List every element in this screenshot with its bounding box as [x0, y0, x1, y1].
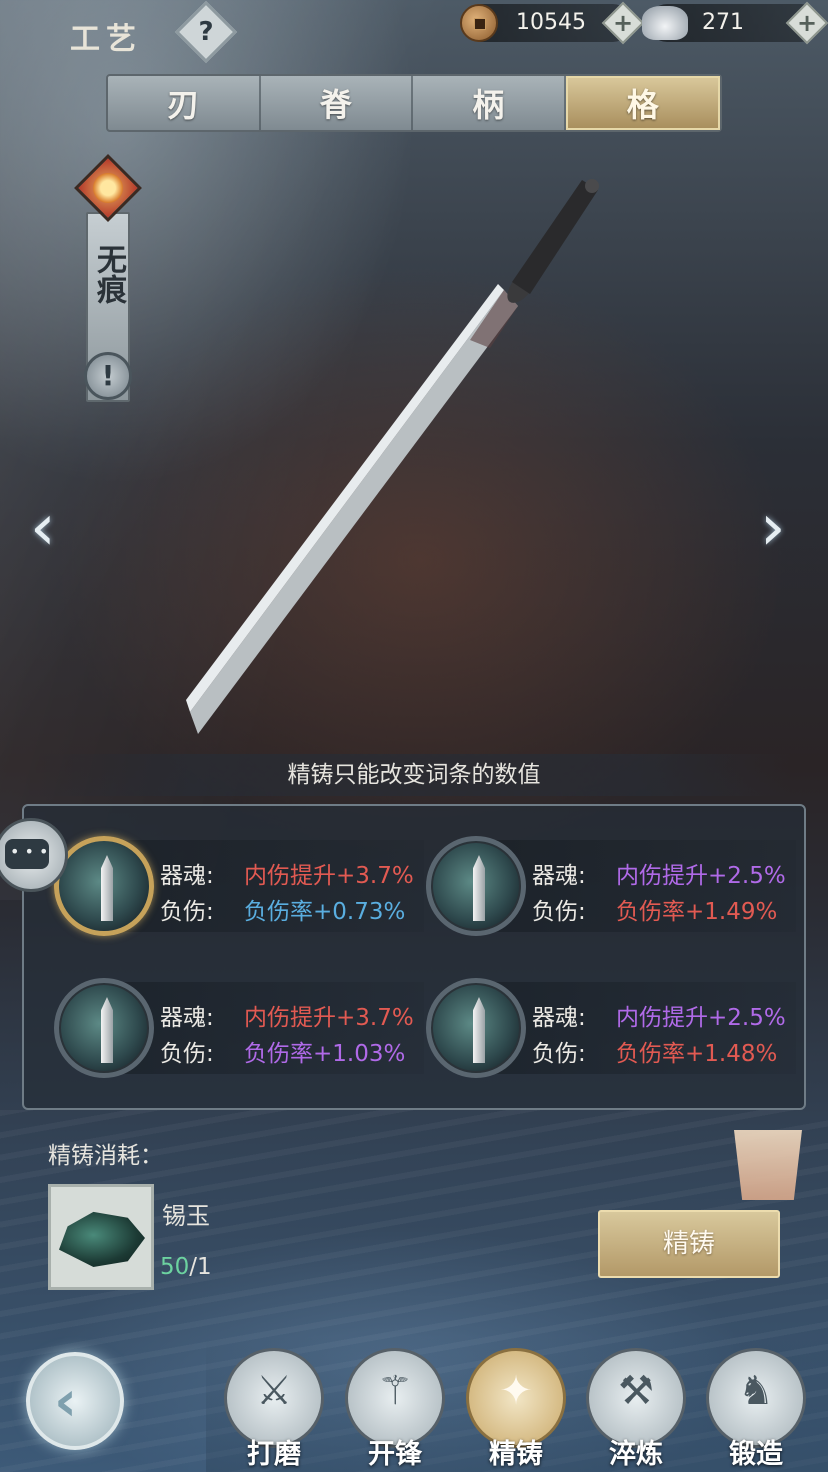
refine-hint: 精铸只能改变词条的数值	[36, 754, 792, 796]
material-required: /1	[189, 1254, 212, 1280]
nav-sharpen[interactable]: ⚚ 开锋	[345, 1348, 445, 1470]
nav-label: 开锋	[368, 1439, 422, 1470]
soul-label: 器魂:	[160, 863, 214, 889]
nav-label: 打磨	[247, 1439, 301, 1470]
soul-label: 器魂:	[532, 1005, 586, 1031]
soul-value: 内伤提升+3.7%	[244, 1005, 414, 1031]
sharpen-icon: ⚚	[377, 1368, 413, 1414]
soul-label: 器魂:	[160, 1005, 214, 1031]
nav-polish[interactable]: ⚔ 打磨	[224, 1348, 324, 1470]
soul-label: 器魂:	[532, 863, 586, 889]
attribute-slot[interactable]: 器魂: 内伤提升+3.7% 负伤: 负伤率+0.73%	[54, 836, 424, 936]
material-name: 锡玉	[162, 1202, 210, 1230]
blade-emblem-icon	[426, 836, 526, 936]
refine-icon: ✦	[499, 1368, 533, 1414]
material-slot[interactable]	[48, 1184, 154, 1290]
slot-line-injury: 负伤: 负伤率+0.73%	[160, 892, 405, 926]
lantern-decoration	[734, 1130, 802, 1200]
blade-icon	[101, 997, 113, 1063]
nav-label: 淬炼	[609, 1439, 663, 1470]
attribute-slot[interactable]: 器魂: 内伤提升+2.5% 负伤: 负伤率+1.49%	[426, 836, 796, 936]
nav-refine[interactable]: ✦ 精铸	[466, 1348, 566, 1470]
soul-value: 内伤提升+2.5%	[616, 863, 786, 889]
injury-label: 负伤:	[532, 899, 586, 925]
cost-label: 精铸消耗：	[48, 1143, 163, 1169]
back-button[interactable]: ‹	[26, 1352, 124, 1450]
refine-button[interactable]: 精铸	[598, 1210, 780, 1278]
nav-forge[interactable]: ♞ 锻造	[706, 1348, 806, 1470]
nav-temper[interactable]: ⚒ 淬炼	[586, 1348, 686, 1470]
blade-icon	[473, 855, 485, 921]
material-owned: 50	[160, 1254, 190, 1280]
back-arrow-icon: ‹	[54, 1369, 78, 1434]
injury-label: 负伤:	[160, 1041, 214, 1067]
nav-label: 锻造	[729, 1439, 783, 1470]
slot-line-injury: 负伤: 负伤率+1.48%	[532, 1034, 777, 1068]
slot-line-soul: 器魂: 内伤提升+3.7%	[160, 998, 414, 1032]
prev-weapon-arrow[interactable]: ‹	[30, 496, 70, 560]
slot-line-injury: 负伤: 负伤率+1.49%	[532, 892, 777, 926]
blade-emblem-icon	[426, 978, 526, 1078]
next-weapon-arrow[interactable]: ›	[760, 496, 800, 560]
sword-preview	[186, 179, 599, 734]
slot-line-injury: 负伤: 负伤率+1.03%	[160, 1034, 405, 1068]
blade-icon	[101, 855, 113, 921]
attribute-panel: 器魂: 内伤提升+3.7% 负伤: 负伤率+0.73% 器魂: 内伤提升+2.5% 负…	[22, 804, 806, 1110]
slot-line-soul: 器魂: 内伤提升+2.5%	[532, 998, 786, 1032]
soul-value: 内伤提升+3.7%	[244, 863, 414, 889]
jade-ore-icon	[59, 1211, 145, 1267]
nav-label: 精铸	[489, 1439, 543, 1470]
blade-icon	[473, 997, 485, 1063]
injury-label: 负伤:	[160, 899, 214, 925]
injury-value: 负伤率+0.73%	[244, 899, 406, 925]
slot-line-soul: 器魂: 内伤提升+3.7%	[160, 856, 414, 890]
attribute-slot[interactable]: 器魂: 内伤提升+3.7% 负伤: 负伤率+1.03%	[54, 978, 424, 1078]
soul-value: 内伤提升+2.5%	[616, 1005, 786, 1031]
injury-value: 负伤率+1.49%	[616, 899, 778, 925]
sword-hilt	[512, 180, 598, 294]
temper-icon: ⚒	[618, 1368, 654, 1414]
blade-emblem-icon	[54, 836, 154, 936]
forge-icon: ♞	[738, 1368, 774, 1414]
sword-pommel	[585, 179, 599, 193]
injury-value: 负伤率+1.48%	[616, 1041, 778, 1067]
sword-blade	[186, 284, 518, 734]
blade-emblem-icon	[54, 978, 154, 1078]
injury-label: 负伤:	[532, 1041, 586, 1067]
slot-line-soul: 器魂: 内伤提升+2.5%	[532, 856, 786, 890]
polish-icon: ⚔	[256, 1368, 292, 1414]
chat-bubble-icon	[5, 839, 49, 869]
injury-value: 负伤率+1.03%	[244, 1041, 406, 1067]
attribute-slot[interactable]: 器魂: 内伤提升+2.5% 负伤: 负伤率+1.48%	[426, 978, 796, 1078]
material-count: 50/1	[160, 1254, 212, 1280]
